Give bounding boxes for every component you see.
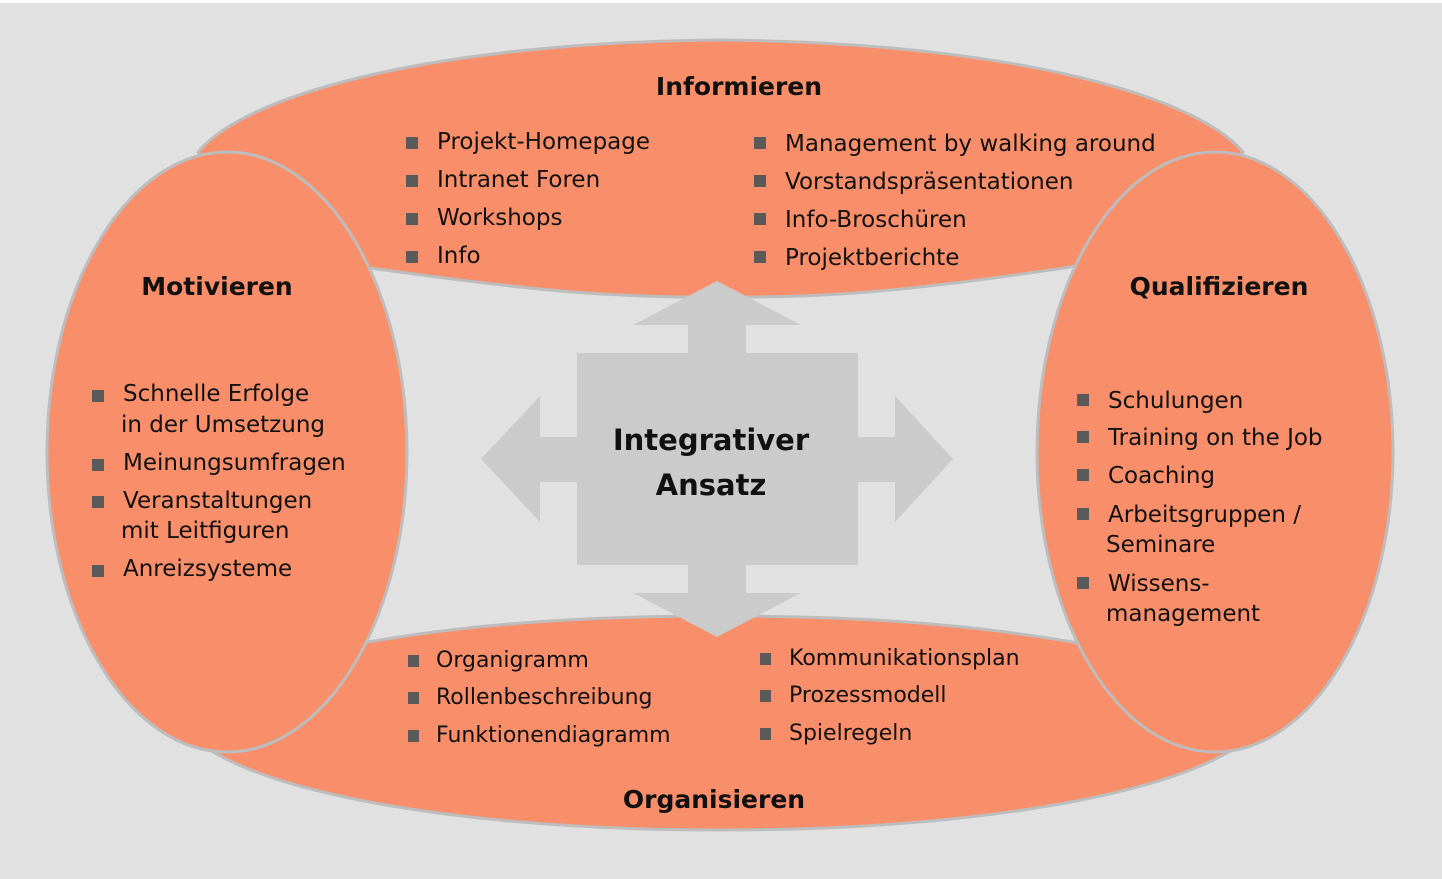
list-item: Intranet Foren (437, 167, 600, 193)
integrative-approach-diagram: Integrativer Ansatz Informieren Motivier… (45, 38, 1395, 832)
four-way-arrow (481, 281, 953, 637)
bullet-icon (408, 655, 419, 667)
bullet-icon (754, 175, 766, 187)
list-item: Projektberichte (785, 245, 959, 271)
list-item: Meinungsumfragen (123, 450, 346, 476)
center-title-line2: Ansatz (656, 468, 767, 502)
list-item: Info-Broschüren (785, 207, 967, 233)
arrow-right (858, 396, 953, 522)
list-item: Training on the Job (1107, 425, 1323, 451)
list-item: Arbeitsgruppen / (1108, 502, 1301, 528)
list-item: Wissens- (1108, 571, 1210, 597)
list-item: Funktionendiagramm (436, 723, 671, 748)
organisieren-title: Organisieren (623, 785, 805, 814)
bullet-icon (92, 565, 104, 577)
list-item: Spielregeln (789, 721, 912, 746)
bullet-icon (1077, 508, 1089, 520)
list-item: Schnelle Erfolge (123, 381, 309, 407)
qualifizieren-title: Qualifizieren (1130, 272, 1309, 301)
list-item: Veranstaltungen (123, 488, 312, 514)
bullet-icon (1077, 577, 1089, 589)
center-square (577, 353, 858, 565)
list-item-continuation: management (1106, 601, 1260, 627)
list-item: Management by walking around (785, 131, 1156, 157)
informieren-title: Informieren (656, 72, 822, 101)
bullet-icon (406, 213, 418, 225)
list-item: Coaching (1108, 463, 1215, 489)
bullet-icon (408, 692, 419, 704)
center-title-line1: Integrativer (613, 423, 810, 457)
bullet-icon (754, 213, 766, 225)
bullet-icon (92, 390, 104, 402)
bullet-icon (754, 137, 766, 149)
bullet-icon (760, 653, 771, 665)
list-item: Vorstandspräsentationen (785, 169, 1074, 195)
bullet-icon (760, 690, 771, 702)
bullet-icon (92, 496, 104, 508)
list-item: Info (437, 243, 481, 269)
bullet-icon (406, 137, 418, 149)
list-item-continuation: Seminare (1106, 532, 1215, 558)
bullet-icon (760, 728, 771, 740)
list-item: Prozessmodell (789, 683, 947, 708)
list-item: Workshops (437, 205, 562, 231)
bullet-icon (408, 730, 419, 742)
list-item: Kommunikationsplan (789, 646, 1020, 671)
bullet-icon (1077, 469, 1089, 481)
list-item-continuation: mit Leitfiguren (121, 518, 289, 544)
list-item: Projekt-Homepage (437, 129, 650, 155)
bullet-icon (406, 175, 418, 187)
list-item: Schulungen (1108, 388, 1243, 414)
bullet-icon (1077, 431, 1089, 443)
bullet-icon (92, 459, 104, 471)
qualifizieren-shape (1035, 150, 1395, 754)
motivieren-title: Motivieren (141, 272, 292, 301)
bullet-icon (754, 251, 766, 263)
list-item-continuation: in der Umsetzung (121, 412, 325, 438)
bullet-icon (406, 251, 418, 263)
list-item: Anreizsysteme (123, 556, 292, 582)
list-item: Rollenbeschreibung (436, 685, 653, 710)
bullet-icon (1077, 394, 1089, 406)
arrow-left (481, 396, 577, 522)
list-item: Organigramm (436, 648, 589, 673)
